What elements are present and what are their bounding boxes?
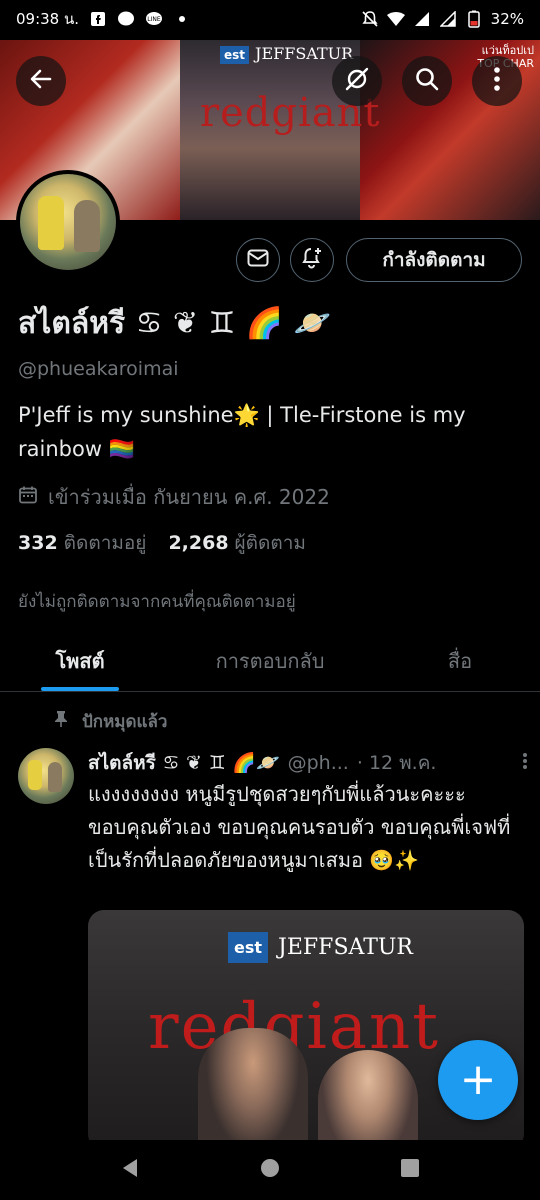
following-count: 332 xyxy=(18,532,58,554)
notification-dot-icon xyxy=(173,10,191,28)
post-header: สไตล์หรี ♋ ❦ ♊ 🌈🪐 @ph... · 12 พ.ค. xyxy=(88,748,528,778)
post-text: แงงงงงงงง หนูมีรูปชุดสวยๆกับพี่แล้วนะคะะ… xyxy=(88,782,511,872)
envelope-icon xyxy=(247,249,269,271)
post-time: · 12 พ.ค. xyxy=(356,752,437,774)
back-button[interactable] xyxy=(16,56,66,106)
followers-link[interactable]: 2,268 ผู้ติดตาม xyxy=(168,528,305,558)
pinned-label: ปักหมุดแล้ว xyxy=(82,712,168,732)
followers-count: 2,268 xyxy=(168,532,229,554)
mute-bell-icon xyxy=(361,10,379,28)
signal-icon xyxy=(413,10,431,28)
calendar-icon xyxy=(18,485,38,510)
battery-icon xyxy=(465,10,483,28)
post-more-button[interactable] xyxy=(522,752,528,775)
following-link[interactable]: 332 ติดตามอยู่ xyxy=(18,528,146,558)
profile-avatar[interactable] xyxy=(16,170,120,274)
tab-media[interactable]: สื่อ xyxy=(380,630,540,691)
search-button[interactable] xyxy=(402,56,452,106)
media-brand-logo: est JEFFSATUR xyxy=(228,932,413,963)
more-options-button[interactable] xyxy=(472,56,522,106)
slashed-circle-icon xyxy=(343,65,371,97)
status-bar: 09:38 น. LINE 32% xyxy=(0,0,540,38)
joined-date: เข้าร่วมเมื่อ กันยายน ค.ศ. 2022 xyxy=(18,481,330,513)
profile-tabs: โพสต์ การตอบกลับ สื่อ xyxy=(0,630,540,692)
back-nav-button[interactable] xyxy=(119,1157,141,1183)
following-label: ติดตามอยู่ xyxy=(63,532,147,554)
status-time: 09:38 น. xyxy=(16,10,80,28)
profile-bio: P'Jeff is my sunshine🌟 | Tle-Firstone is… xyxy=(18,403,466,461)
tab-posts[interactable]: โพสต์ xyxy=(0,630,160,691)
system-nav-bar xyxy=(0,1140,540,1200)
avatar-figure-2 xyxy=(74,200,100,252)
no-translate-button[interactable] xyxy=(332,56,382,106)
joined-text: เข้าร่วมเมื่อ กันยายน ค.ศ. 2022 xyxy=(48,485,330,509)
battery-percent: 32% xyxy=(490,10,524,28)
follow-stats: 332 ติดตามอยู่ 2,268 ผู้ติดตาม xyxy=(18,528,306,558)
display-name: สไตล์หรี ♋ ❦ ♊ 🌈 🪐 xyxy=(18,306,332,341)
banner-brand-logo: est JEFFSATUR xyxy=(220,44,353,64)
more-vertical-icon xyxy=(522,752,528,775)
svg-text:LINE: LINE xyxy=(147,16,161,23)
plus-icon: + xyxy=(459,1054,497,1105)
more-vertical-icon xyxy=(493,66,501,96)
not-followed-note: ยังไม่ถูกติดตามจากคนที่คุณติดตามอยู่ xyxy=(18,592,296,612)
line-icon: LINE xyxy=(145,10,163,28)
home-nav-button[interactable] xyxy=(259,1157,281,1183)
tab-replies[interactable]: การตอบกลับ xyxy=(160,630,380,691)
arrow-left-icon xyxy=(28,66,54,96)
notify-button[interactable] xyxy=(290,238,334,282)
media-person-2 xyxy=(318,1050,418,1150)
signal-2-icon xyxy=(439,10,457,28)
post-avatar[interactable] xyxy=(18,748,74,804)
post-author-handle[interactable]: @ph... xyxy=(288,752,349,774)
compose-button[interactable]: + xyxy=(438,1040,518,1120)
media-person-1 xyxy=(198,1028,308,1150)
following-button[interactable]: กำลังติดตาม xyxy=(346,238,522,282)
pinned-indicator: ปักหมุดแล้ว xyxy=(54,708,167,735)
search-icon xyxy=(414,66,440,96)
messenger-icon xyxy=(117,10,135,28)
avatar-figure-1 xyxy=(38,196,64,250)
message-button[interactable] xyxy=(236,238,280,282)
user-handle: @phueakaroimai xyxy=(18,358,179,380)
followers-label: ผู้ติดตาม xyxy=(234,532,306,554)
wifi-icon xyxy=(386,10,405,28)
pin-icon xyxy=(54,710,68,733)
recents-nav-button[interactable] xyxy=(399,1157,421,1183)
post-author-name[interactable]: สไตล์หรี ♋ ❦ ♊ 🌈🪐 xyxy=(88,748,280,778)
facebook-icon xyxy=(89,10,107,28)
bell-plus-icon xyxy=(300,246,324,274)
